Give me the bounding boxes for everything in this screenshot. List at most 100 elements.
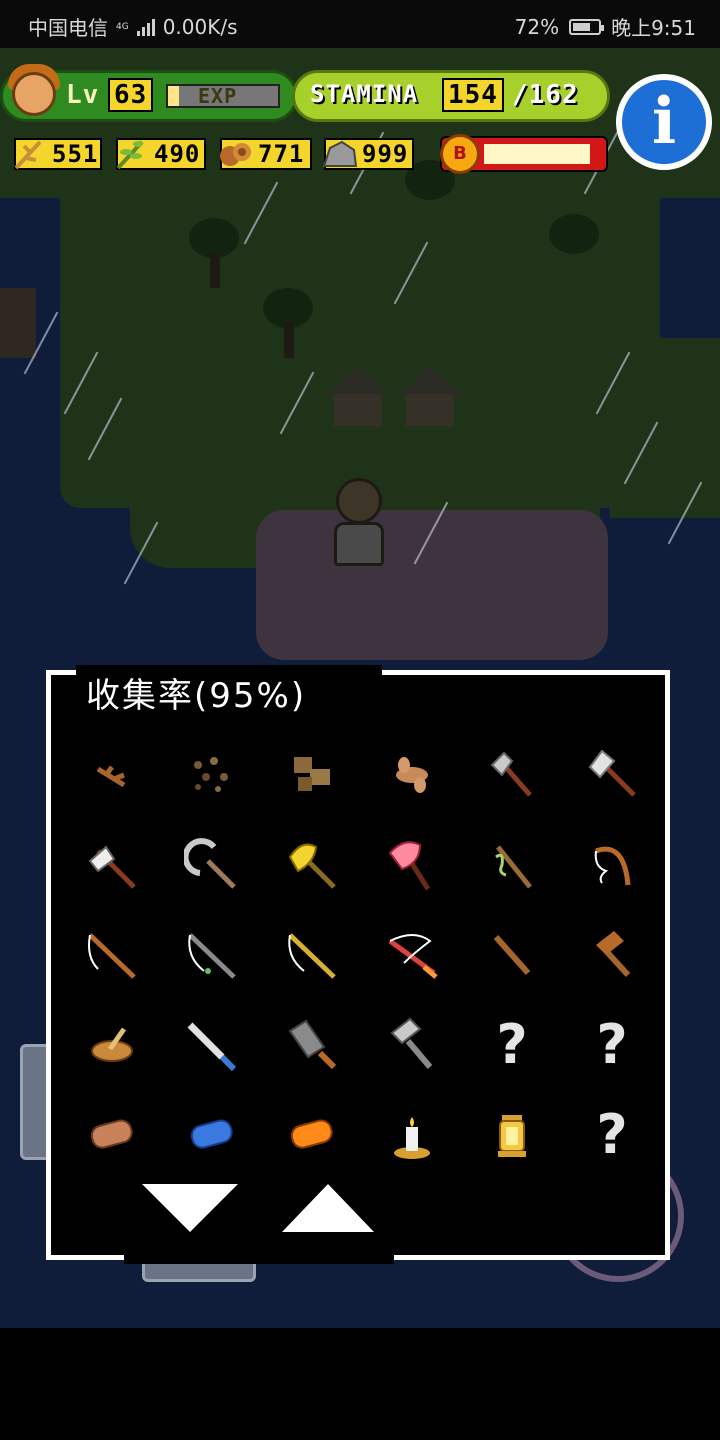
collection-item[interactable]: [162, 1000, 262, 1090]
carrier-label: 中国电信: [28, 16, 108, 40]
collection-item[interactable]: [362, 1090, 462, 1180]
knife-icon: [187, 1022, 237, 1072]
stamina-current: 154: [442, 78, 504, 112]
wooden-stick-icon: [493, 935, 531, 975]
red-battle-axe-icon: [388, 841, 431, 891]
network-type: 4G: [116, 21, 129, 32]
resource-leaf: 490: [116, 138, 206, 170]
orange-log-icon: [290, 1119, 333, 1149]
rocks-icon: [294, 757, 330, 791]
unknown-item-question-mark: ?: [596, 1013, 628, 1076]
network-speed: 0.00K/s: [162, 14, 238, 39]
bonus-coin-icon: B: [440, 134, 480, 174]
collection-item[interactable]: [462, 820, 562, 910]
resource-value: 999: [362, 140, 409, 168]
collection-item[interactable]: [62, 1000, 162, 1090]
collection-item[interactable]: [462, 910, 562, 1000]
collection-item[interactable]: [162, 730, 262, 820]
collection-item[interactable]: ?: [462, 1000, 562, 1090]
hand-axe-icon: [88, 845, 136, 889]
stamina-label: STAMINA: [310, 80, 419, 108]
iron-hammer-icon: [390, 1017, 433, 1069]
wood-icon: [220, 143, 251, 166]
collection-item[interactable]: [462, 730, 562, 820]
twig-icon: [96, 765, 126, 788]
fishing-rod-icon: [88, 933, 136, 979]
collection-item[interactable]: [262, 820, 362, 910]
clock: 晚上9:51: [611, 16, 696, 40]
resource-branch: 551: [14, 138, 102, 170]
collection-item[interactable]: [362, 910, 462, 1000]
collection-item[interactable]: [262, 1090, 362, 1180]
dock: [0, 288, 36, 358]
stone-icon: [322, 140, 358, 167]
resource-value: 490: [154, 140, 201, 168]
sickle-icon: [184, 838, 236, 889]
player-avatar-icon[interactable]: [6, 62, 62, 126]
level-value: 63: [108, 78, 154, 112]
collection-item[interactable]: [162, 820, 262, 910]
collection-item[interactable]: [562, 730, 662, 820]
battery-percent: 72%: [514, 14, 560, 39]
leaf-icon: [116, 140, 144, 170]
palm-tree: [258, 288, 318, 358]
fishing-rod-gold-icon: [288, 933, 336, 979]
bonus-bar: B: [440, 134, 608, 174]
page-down-arrow[interactable]: [142, 1184, 238, 1232]
resource-value: 771: [258, 140, 305, 168]
collection-item[interactable]: ?: [562, 1090, 662, 1180]
collection-item[interactable]: [62, 1090, 162, 1180]
branch-icon: [14, 140, 42, 170]
collection-item[interactable]: [462, 1090, 562, 1180]
hut[interactable]: [398, 366, 462, 426]
fishing-rod-green-icon: [188, 933, 236, 979]
mortar-bowl-icon: [91, 1027, 133, 1062]
candle-icon: [394, 1117, 430, 1159]
palm-tree: [184, 218, 244, 288]
page-up-arrow[interactable]: [282, 1184, 374, 1232]
wooden-hammer-icon: [596, 931, 631, 978]
level-label: Lv: [66, 80, 100, 110]
info-button[interactable]: i: [616, 74, 712, 170]
stamina-max: /162: [512, 80, 579, 110]
collection-item[interactable]: [62, 820, 162, 910]
collection-item[interactable]: [62, 910, 162, 1000]
collection-item[interactable]: [262, 730, 362, 820]
lantern-icon: [498, 1115, 526, 1157]
vine-staff-icon: [495, 845, 532, 889]
collection-item[interactable]: [362, 1000, 462, 1090]
collection-item[interactable]: ?: [562, 1000, 662, 1090]
wooden-bow-icon: [594, 846, 631, 886]
iron-axe-icon: [588, 749, 636, 797]
collection-item[interactable]: [362, 820, 462, 910]
bush: [544, 214, 604, 284]
collection-item[interactable]: [162, 910, 262, 1000]
collection-item[interactable]: [162, 1090, 262, 1180]
gold-battle-axe-icon: [288, 843, 336, 889]
collection-item[interactable]: [562, 910, 662, 1000]
unknown-item-question-mark: ?: [596, 1103, 628, 1166]
stone-axe-icon: [490, 751, 532, 797]
pebbles-icon: [194, 757, 228, 792]
unknown-item-question-mark: ?: [496, 1013, 528, 1076]
collection-item[interactable]: [562, 820, 662, 910]
island-right: [610, 338, 720, 518]
info-icon: i: [622, 80, 706, 164]
exp-bar: EXP: [166, 84, 280, 108]
collection-item[interactable]: [262, 910, 362, 1000]
resource-value: 551: [52, 140, 99, 168]
player-character: [326, 478, 392, 568]
signal-icon: [136, 18, 155, 36]
battery-icon: [569, 18, 605, 35]
collection-item[interactable]: [262, 1000, 362, 1090]
resource-stone: 999: [322, 138, 414, 170]
fishing-rod-red-icon: [388, 934, 438, 979]
exp-label: EXP: [198, 84, 238, 108]
log-icon: [90, 1119, 133, 1149]
resource-wood: 771: [220, 138, 312, 170]
blue-log-icon: [190, 1119, 233, 1149]
collection-item[interactable]: [62, 730, 162, 820]
status-bar: 中国电信 4G 0.00K/s 72% 晚上9:51: [0, 0, 720, 48]
hut[interactable]: [326, 366, 390, 426]
collection-item[interactable]: [362, 730, 462, 820]
